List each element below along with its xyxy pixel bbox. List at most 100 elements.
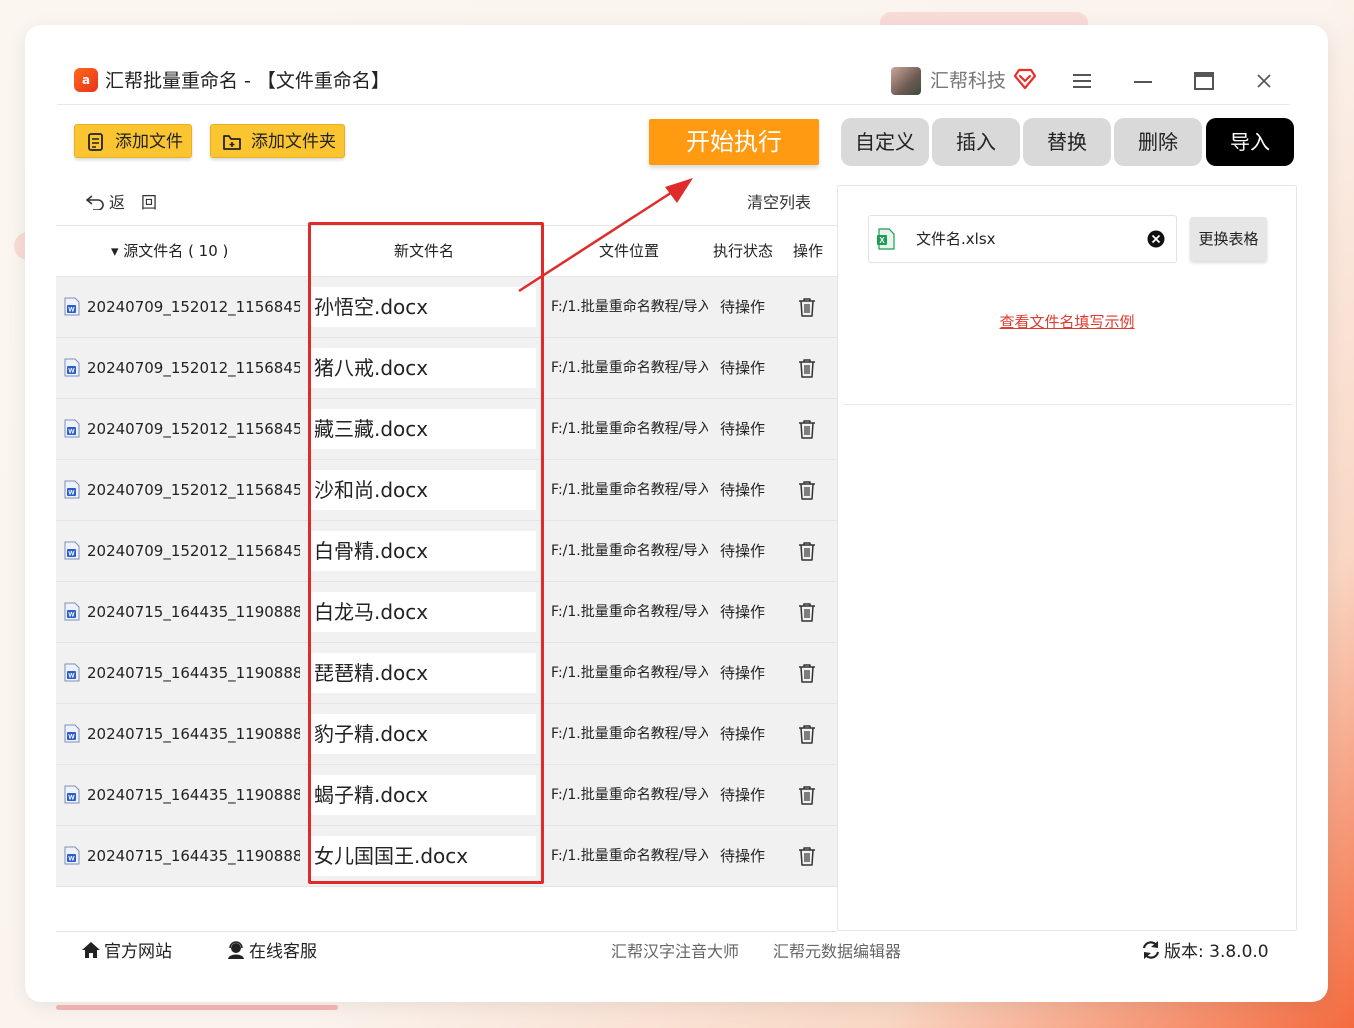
online-support-label: 在线客服 xyxy=(249,942,317,962)
table-row[interactable]: W 20240715_164435_119088861 豹子精.docx F:/1.批… xyxy=(56,704,837,765)
vip-diamond-icon[interactable] xyxy=(1013,67,1037,91)
status-text: 待操作 xyxy=(720,542,766,560)
new-filename: 沙和尚.docx xyxy=(309,470,536,510)
new-filename: 琵琶精.docx xyxy=(309,653,536,693)
new-filename: 白龙马.docx xyxy=(309,592,536,632)
source-filename: 20240709_152012_115684555 xyxy=(87,542,300,560)
status-text: 待操作 xyxy=(720,725,766,743)
status-text: 待操作 xyxy=(720,359,766,377)
app-link-metadata[interactable]: 汇帮元数据编辑器 xyxy=(773,938,901,966)
tab-import[interactable]: 导入 xyxy=(1206,118,1294,166)
app-window: a 汇帮批量重命名 - 【文件重命名】 汇帮科技 添加文件 添加文件夹 开始执行… xyxy=(25,25,1328,1002)
column-new-name: 新文件名 xyxy=(394,242,455,260)
support-icon xyxy=(228,941,244,959)
file-location: F:/1.批量重命名教程/导入 xyxy=(551,848,708,864)
source-filename: 20240715_164435_119088861 xyxy=(87,786,300,804)
table-row[interactable]: W 20240709_152012_115684555 沙和尚.docx F:/1.批… xyxy=(56,460,837,521)
word-doc-icon: W xyxy=(64,480,80,499)
table-row[interactable]: W 20240709_152012_115684555 藏三藏.docx F:/1.批… xyxy=(56,399,837,460)
word-doc-icon: W xyxy=(64,541,80,560)
svg-text:W: W xyxy=(68,856,75,863)
tab-custom[interactable]: 自定义 xyxy=(841,118,929,166)
word-doc-icon: W xyxy=(64,297,80,316)
delete-row-icon[interactable] xyxy=(798,541,816,561)
table-row[interactable]: W 20240709_152012_115684555 白骨精.docx F:/1.批… xyxy=(56,521,837,582)
file-table: ▾ 源文件名 ( 10 ) 新文件名 文件位置 执行状态 操作 W 2024070… xyxy=(56,225,837,887)
replace-table-button[interactable]: 更换表格 xyxy=(1190,217,1267,261)
new-filename: 蝎子精.docx xyxy=(309,775,536,815)
delete-row-icon[interactable] xyxy=(798,358,816,378)
file-location: F:/1.批量重命名教程/导入 xyxy=(551,299,708,315)
table-row[interactable]: W 20240715_164435_119088861 女儿国国王.docx F:/1… xyxy=(56,826,837,887)
user-avatar[interactable] xyxy=(891,67,921,95)
delete-row-icon[interactable] xyxy=(798,297,816,317)
new-filename: 藏三藏.docx xyxy=(309,409,536,449)
add-file-button[interactable]: 添加文件 xyxy=(74,124,192,158)
start-button[interactable]: 开始执行 xyxy=(649,119,819,165)
minimize-icon[interactable] xyxy=(1128,67,1158,95)
tab-insert[interactable]: 插入 xyxy=(932,118,1020,166)
source-filename: 20240709_152012_115684555 xyxy=(87,420,300,438)
background-bar xyxy=(56,1005,338,1010)
example-link[interactable]: 查看文件名填写示例 xyxy=(837,311,1297,332)
tab-delete[interactable]: 删除 xyxy=(1114,118,1202,166)
word-doc-icon: W xyxy=(64,785,80,804)
add-file-icon xyxy=(88,133,103,151)
table-row[interactable]: W 20240715_164435_119088861 琵琶精.docx F:/1.批… xyxy=(56,643,837,704)
delete-row-icon[interactable] xyxy=(798,846,816,866)
back-button[interactable]: 返 回 xyxy=(85,191,157,215)
delete-row-icon[interactable] xyxy=(798,419,816,439)
table-body: W 20240709_152012_115684555 孙悟空.docx F:/1.批… xyxy=(56,277,837,887)
svg-text:W: W xyxy=(68,368,75,375)
delete-row-icon[interactable] xyxy=(798,602,816,622)
close-icon[interactable] xyxy=(1249,67,1279,95)
column-location: 文件位置 xyxy=(599,242,660,260)
status-text: 待操作 xyxy=(720,786,766,804)
import-panel xyxy=(837,185,1297,931)
excel-file-icon: X xyxy=(877,228,895,250)
word-doc-icon: W xyxy=(64,663,80,682)
word-doc-icon: W xyxy=(64,419,80,438)
delete-row-icon[interactable] xyxy=(798,724,816,744)
file-location: F:/1.批量重命名教程/导入 xyxy=(551,360,708,376)
column-source[interactable]: ▾ 源文件名 ( 10 ) xyxy=(111,226,228,276)
table-row[interactable]: W 20240709_152012_115684555 猪八戒.docx F:/1.批… xyxy=(56,338,837,399)
app-link-pinyin[interactable]: 汇帮汉字注音大师 xyxy=(611,938,739,966)
new-filename: 孙悟空.docx xyxy=(309,287,536,327)
maximize-icon[interactable] xyxy=(1189,67,1219,95)
column-status: 执行状态 xyxy=(713,242,774,260)
file-location: F:/1.批量重命名教程/导入 xyxy=(551,604,708,620)
clear-file-icon[interactable] xyxy=(1147,230,1165,248)
tab-replace[interactable]: 替换 xyxy=(1023,118,1111,166)
new-filename: 猪八戒.docx xyxy=(309,348,536,388)
status-text: 待操作 xyxy=(720,298,766,316)
version-label: 版本: 3.8.0.0 xyxy=(1164,942,1269,962)
status-text: 待操作 xyxy=(720,481,766,499)
file-location: F:/1.批量重命名教程/导入 xyxy=(551,482,708,498)
version-info[interactable]: 版本: 3.8.0.0 xyxy=(1141,938,1269,966)
delete-row-icon[interactable] xyxy=(798,480,816,500)
word-doc-icon: W xyxy=(64,846,80,865)
menu-icon[interactable] xyxy=(1067,67,1097,95)
clear-list-button[interactable]: 清空列表 xyxy=(747,191,811,215)
source-filename: 20240715_164435_119088861 xyxy=(87,725,300,743)
delete-row-icon[interactable] xyxy=(798,663,816,683)
word-doc-icon: W xyxy=(64,602,80,621)
title-divider xyxy=(57,104,1290,105)
svg-text:W: W xyxy=(68,612,75,619)
svg-text:W: W xyxy=(68,795,75,802)
source-filename: 20240715_164435_119088861 xyxy=(87,664,300,682)
svg-text:W: W xyxy=(68,490,75,497)
svg-text:W: W xyxy=(68,673,75,680)
online-support-link[interactable]: 在线客服 xyxy=(226,938,317,966)
table-row[interactable]: W 20240715_164435_119088861 白龙马.docx F:/1.批… xyxy=(56,582,837,643)
word-doc-icon: W xyxy=(64,724,80,743)
import-file-field[interactable]: X 文件名.xlsx xyxy=(868,215,1177,263)
official-website-link[interactable]: 官方网站 xyxy=(81,938,172,966)
table-row[interactable]: W 20240715_164435_119088861 蝎子精.docx F:/1.批… xyxy=(56,765,837,826)
svg-text:W: W xyxy=(68,551,75,558)
delete-row-icon[interactable] xyxy=(798,785,816,805)
table-row[interactable]: W 20240709_152012_115684555 孙悟空.docx F:/1.批… xyxy=(56,277,837,338)
add-folder-icon xyxy=(223,135,241,150)
add-folder-button[interactable]: 添加文件夹 xyxy=(210,124,345,158)
